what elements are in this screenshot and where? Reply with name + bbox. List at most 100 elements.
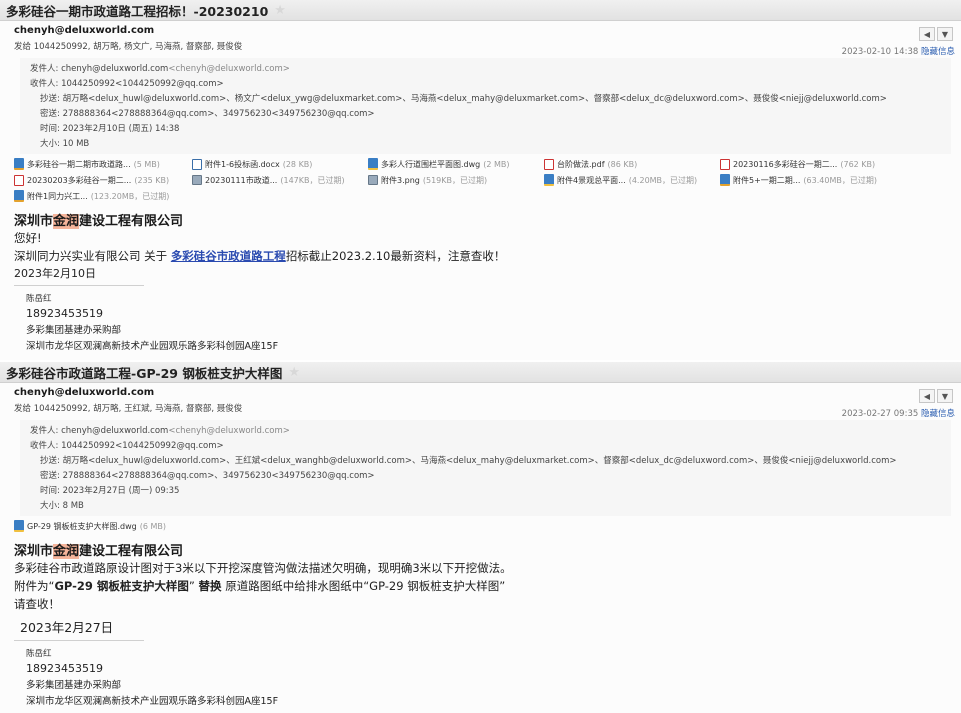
hide-details-link[interactable]: 隐藏信息: [921, 47, 955, 57]
letter-date: 2023年2月27日: [20, 620, 114, 635]
from-name[interactable]: chenyh@deluxworld.com: [61, 64, 168, 74]
attachment-size: (6 MB): [139, 521, 166, 531]
reply-arrow-icon[interactable]: ◀: [919, 389, 935, 403]
message-body: 深圳市金润建设工程有限公司 多彩硅谷市政道路原设计图对于3米以下开挖深度管沟做法…: [14, 540, 951, 707]
from-row: 发件人: chenyh@deluxworld.com<chenyh@deluxw…: [30, 424, 951, 439]
company-name-part: 建设工程有限公司: [79, 544, 184, 559]
zip-file-icon: [14, 190, 24, 202]
divider: [14, 285, 144, 286]
to-row: 收件人: 1044250992<1044250992@qq.com>: [30, 77, 951, 92]
attachment-name: 多彩硅谷一期二期市政道路...: [27, 159, 131, 169]
attachment-name: 多彩人行道围栏平面图.dwg: [381, 159, 481, 169]
attachment-item[interactable]: 附件1同力兴工... (123.20MB，已过期): [14, 190, 192, 202]
message-text: 招标截止2023.2.10最新资料，注意查收！: [285, 249, 506, 263]
dropdown-arrow-icon[interactable]: ▼: [937, 27, 953, 41]
attachment-name: 附件5+一期二期...: [733, 175, 801, 185]
bold-replace-word: 替换: [198, 579, 222, 593]
cc-label: 抄送:: [40, 94, 60, 104]
bcc-value[interactable]: 278888364<278888364@qq.com>、349756230<34…: [63, 471, 375, 481]
from-address: <chenyh@deluxworld.com>: [168, 64, 290, 74]
doc-file-icon: [192, 158, 202, 170]
to-value[interactable]: 1044250992<1044250992@qq.com>: [61, 441, 224, 451]
attachment-size: (86 KB): [607, 159, 638, 169]
email-header: chenyh@deluxworld.com 发给 1044250992, 胡万略…: [0, 21, 961, 57]
sender-address[interactable]: chenyh@deluxworld.com: [14, 25, 953, 36]
attachment-item[interactable]: 台阶做法.pdf (86 KB): [544, 158, 720, 170]
message-line: 附件为“GP-29 钢板桩支护大样图” 替换 原道路图纸中给排水图纸中“GP-2…: [14, 577, 951, 595]
header-details: 发件人: chenyh@deluxworld.com<chenyh@deluxw…: [20, 420, 951, 516]
company-name-part: 深圳市: [14, 214, 54, 229]
to-value[interactable]: 1044250992<1044250992@qq.com>: [61, 79, 224, 89]
project-link[interactable]: 多彩硅谷市政道路工程: [171, 249, 286, 263]
subject-bar: 多彩硅谷一期市政道路工程招标！-20230210 ★: [0, 0, 961, 21]
highlighted-keyword: 金润: [53, 544, 80, 559]
message-line: 请查收！: [14, 597, 60, 611]
attachment-name: 20230203多彩硅谷一期二...: [27, 175, 132, 185]
time-value: 2023年2月27日 (周一) 09:35: [62, 486, 180, 496]
attachment-size: (2 MB): [483, 159, 510, 169]
attachment-item[interactable]: 附件1-6投标函.docx (28 KB): [192, 158, 368, 170]
bcc-label: 密送:: [40, 109, 60, 119]
attachment-name: 附件1-6投标函.docx: [205, 159, 280, 169]
attachment-size: (235 KB): [134, 175, 170, 185]
message-text: ”: [188, 579, 199, 593]
attachment-list: GP-29 钢板桩支护大样图.dwg (6 MB): [14, 520, 951, 532]
attachment-item[interactable]: 20230111市政道... (147KB，已过期): [192, 174, 368, 186]
cc-value[interactable]: 胡万略<delux_huwl@deluxworld.com>、王红斌<delux…: [63, 456, 897, 466]
attachment-size: (63.40MB，已过期): [803, 175, 877, 185]
attachment-name: 附件3.png: [381, 175, 420, 185]
bcc-label: 密送:: [40, 471, 60, 481]
from-name[interactable]: chenyh@deluxworld.com: [61, 426, 168, 436]
img-file-icon: [192, 175, 202, 185]
attachment-item[interactable]: 多彩人行道围栏平面图.dwg (2 MB): [368, 158, 544, 170]
hide-details-link[interactable]: 隐藏信息: [921, 409, 955, 419]
attachment-item[interactable]: GP-29 钢板桩支护大样图.dwg (6 MB): [14, 520, 314, 532]
attachment-item[interactable]: 20230203多彩硅谷一期二... (235 KB): [14, 174, 192, 186]
zip-file-icon: [14, 158, 24, 170]
company-name: 深圳市金润建设工程有限公司: [14, 540, 951, 559]
attachment-size: (28 KB): [282, 159, 313, 169]
attachment-item[interactable]: 20230116多彩硅谷一期二... (762 KB): [720, 158, 930, 170]
bold-attachment-name: GP-29 钢板桩支护大样图: [54, 579, 189, 593]
company-name-part: 深圳市: [14, 544, 54, 559]
time-value: 2023年2月10日 (周五) 14:38: [62, 124, 180, 134]
sender-address[interactable]: chenyh@deluxworld.com: [14, 387, 953, 398]
attachment-name: 20230111市政道...: [205, 175, 278, 185]
attachment-list: 多彩硅谷一期二期市政道路... (5 MB) 附件1-6投标函.docx (28 KB…: [14, 158, 951, 202]
signature-phone: 18923453519: [26, 307, 103, 320]
from-label: 发件人:: [30, 426, 59, 436]
reply-arrow-icon[interactable]: ◀: [919, 27, 935, 41]
size-label: 大小:: [40, 501, 60, 511]
dropdown-arrow-icon[interactable]: ▼: [937, 389, 953, 403]
cc-row: 抄送: 胡万略<delux_huwl@deluxworld.com>、杨文广<d…: [30, 92, 951, 107]
highlighted-keyword: 金润: [53, 214, 80, 229]
message-datetime: 2023-02-10 14:38: [841, 47, 919, 57]
attachment-item[interactable]: 附件5+一期二期... (63.40MB，已过期): [720, 174, 930, 186]
size-value: 10 MB: [62, 139, 90, 149]
star-icon[interactable]: ★: [288, 365, 300, 380]
img-file-icon: [368, 175, 378, 185]
divider: [14, 640, 144, 641]
pdf-file-icon: [720, 158, 730, 170]
attachment-item[interactable]: 附件3.png (519KB，已过期): [368, 174, 544, 186]
attachment-item[interactable]: 多彩硅谷一期二期市政道路... (5 MB): [14, 158, 192, 170]
bcc-row: 密送: 278888364<278888364@qq.com>、34975623…: [30, 469, 951, 484]
subject-bar: 多彩硅谷市政道路工程-GP-29 钢板桩支护大样图 ★: [0, 362, 961, 383]
message-text: 原道路图纸中给排水图纸中“GP-29 钢板桩支护大样图”: [221, 579, 506, 593]
time-row: 时间: 2023年2月27日 (周一) 09:35: [30, 484, 951, 499]
message-nav: ◀ ▼: [919, 389, 953, 403]
signature: 陈岳红 18923453519 多彩集团基建办采购部 深圳市龙华区观澜高新技术产…: [26, 292, 951, 352]
signature-name: 陈岳红: [26, 294, 52, 304]
attachment-name: GP-29 钢板桩支护大样图.dwg: [27, 521, 137, 531]
attachment-item[interactable]: 附件4景观总平面... (4.20MB，已过期): [544, 174, 720, 186]
star-icon[interactable]: ★: [274, 3, 286, 18]
cc-value[interactable]: 胡万略<delux_huwl@deluxworld.com>、杨文广<delux…: [63, 94, 887, 104]
email-subject: 多彩硅谷市政道路工程-GP-29 钢板桩支护大样图: [6, 365, 283, 381]
from-address: <chenyh@deluxworld.com>: [168, 426, 290, 436]
header-details: 发件人: chenyh@deluxworld.com<chenyh@deluxw…: [20, 58, 951, 154]
message-date: 2023-02-27 09:35 隐藏信息: [842, 407, 955, 419]
bcc-value[interactable]: 278888364<278888364@qq.com>、349756230<34…: [63, 109, 375, 119]
greeting: 您好!: [14, 231, 42, 245]
message-body: 深圳市金润建设工程有限公司 您好! 深圳同力兴实业有限公司 关于 多彩硅谷市政道…: [14, 210, 951, 352]
dwg-file-icon: [368, 158, 378, 170]
